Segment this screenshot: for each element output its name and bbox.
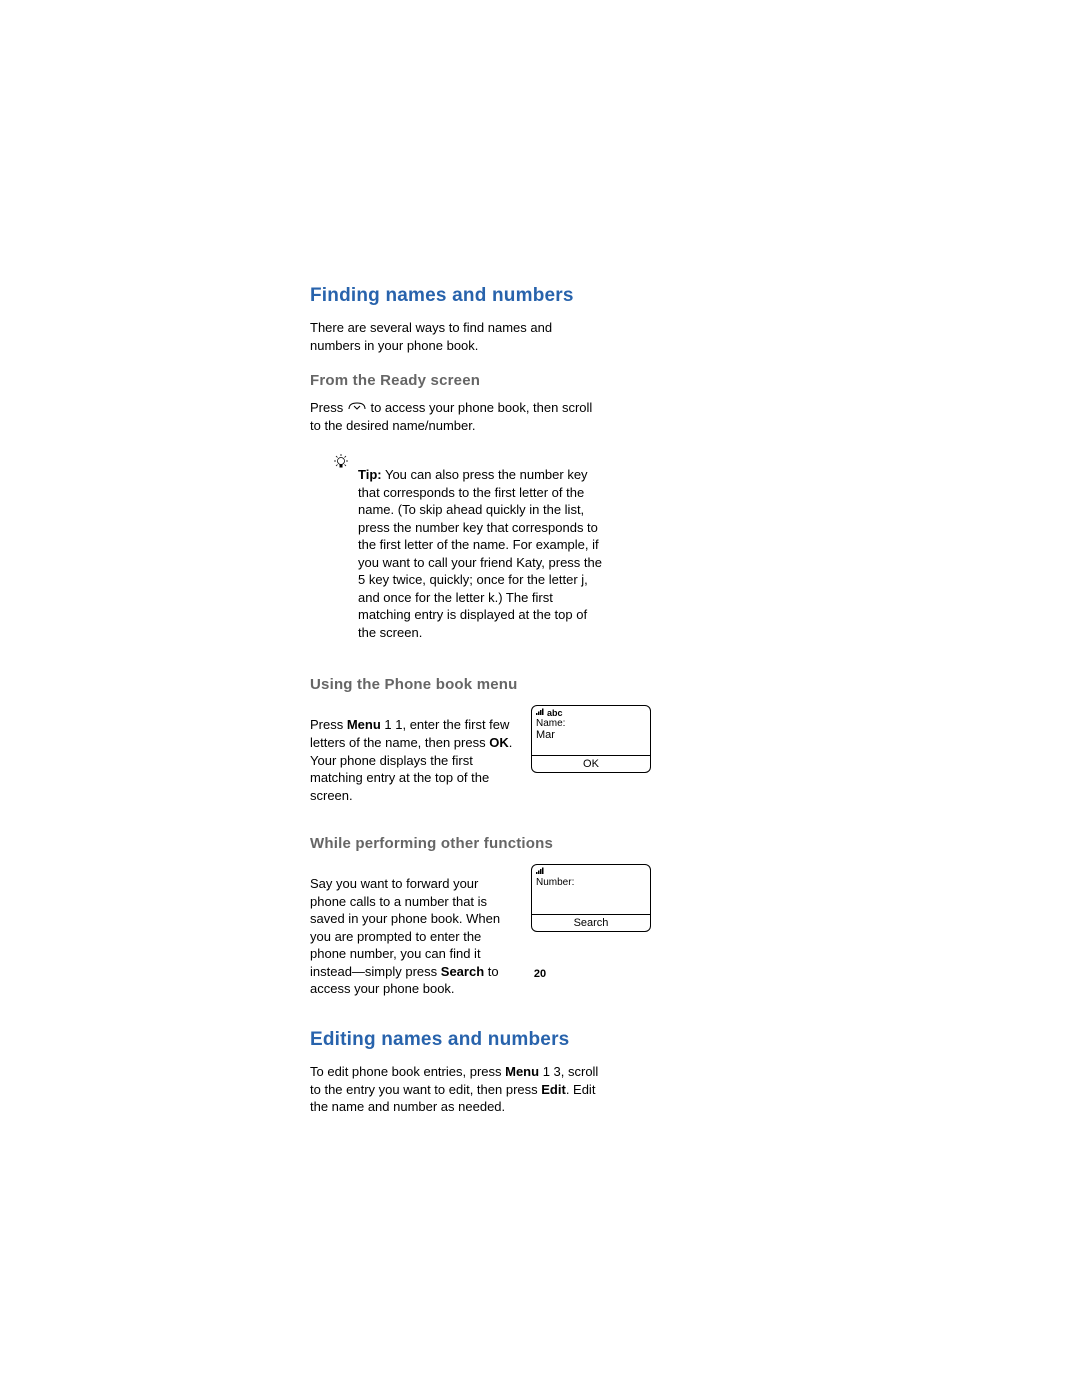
bold-edit: Edit — [541, 1082, 566, 1097]
document-page: Finding names and numbers There are seve… — [0, 0, 1080, 1397]
screen-softkey-search: Search — [532, 917, 650, 929]
section-heading-finding: Finding names and numbers — [310, 285, 740, 307]
subheading-other-functions: While performing other functions — [310, 835, 740, 852]
screen-softkey-ok: OK — [532, 758, 650, 770]
screen-label-number: Number: — [532, 877, 650, 888]
subheading-phonebook-menu: Using the Phone book menu — [310, 676, 740, 693]
text-phonebook: Press Menu 1 1, enter the first few lett… — [310, 716, 515, 804]
phone-screen-name: abc Name: Mar OK — [531, 705, 651, 773]
signal-icon — [536, 867, 545, 877]
subbody-ready-screen: Press to access your phone book, then sc… — [310, 399, 600, 435]
section-heading-editing: Editing names and numbers — [310, 1029, 740, 1051]
section-intro-finding: There are several ways to find names and… — [310, 319, 600, 354]
section-body-editing: To edit phone book entries, press Menu 1… — [310, 1063, 600, 1116]
content-area: Finding names and numbers There are seve… — [310, 285, 740, 1134]
tip-body: You can also press the number key that c… — [358, 467, 602, 640]
screen-divider — [532, 914, 650, 915]
bold-menu: Menu — [347, 717, 381, 732]
tip-block: Tip: You can also press the number key t… — [332, 453, 602, 654]
text-fragment: To edit phone book entries, press — [310, 1064, 505, 1079]
text-fragment: Press — [310, 717, 347, 732]
text-fragment: Press — [310, 400, 347, 415]
screen-divider — [532, 755, 650, 756]
screen-value-name: Mar — [532, 729, 650, 741]
phone-screen-statusbar — [532, 865, 650, 877]
signal-icon — [536, 708, 545, 718]
screen-label-name: Name: — [532, 718, 650, 729]
navigation-key-icon — [347, 400, 367, 418]
tip-label: Tip: — [358, 467, 382, 482]
row-other-functions: Say you want to forward your phone calls… — [310, 862, 740, 1011]
input-mode: abc — [547, 708, 563, 718]
bold-ok: OK — [489, 735, 509, 750]
phone-screen-statusbar: abc — [532, 706, 650, 718]
page-number: 20 — [0, 968, 1080, 980]
row-phonebook: Press Menu 1 1, enter the first few lett… — [310, 703, 740, 817]
phone-screen-number: Number: Search — [531, 864, 651, 932]
subheading-ready-screen: From the Ready screen — [310, 372, 740, 389]
tip-text: Tip: You can also press the number key t… — [358, 466, 602, 641]
lightbulb-icon — [332, 453, 350, 471]
bold-menu: Menu — [505, 1064, 539, 1079]
